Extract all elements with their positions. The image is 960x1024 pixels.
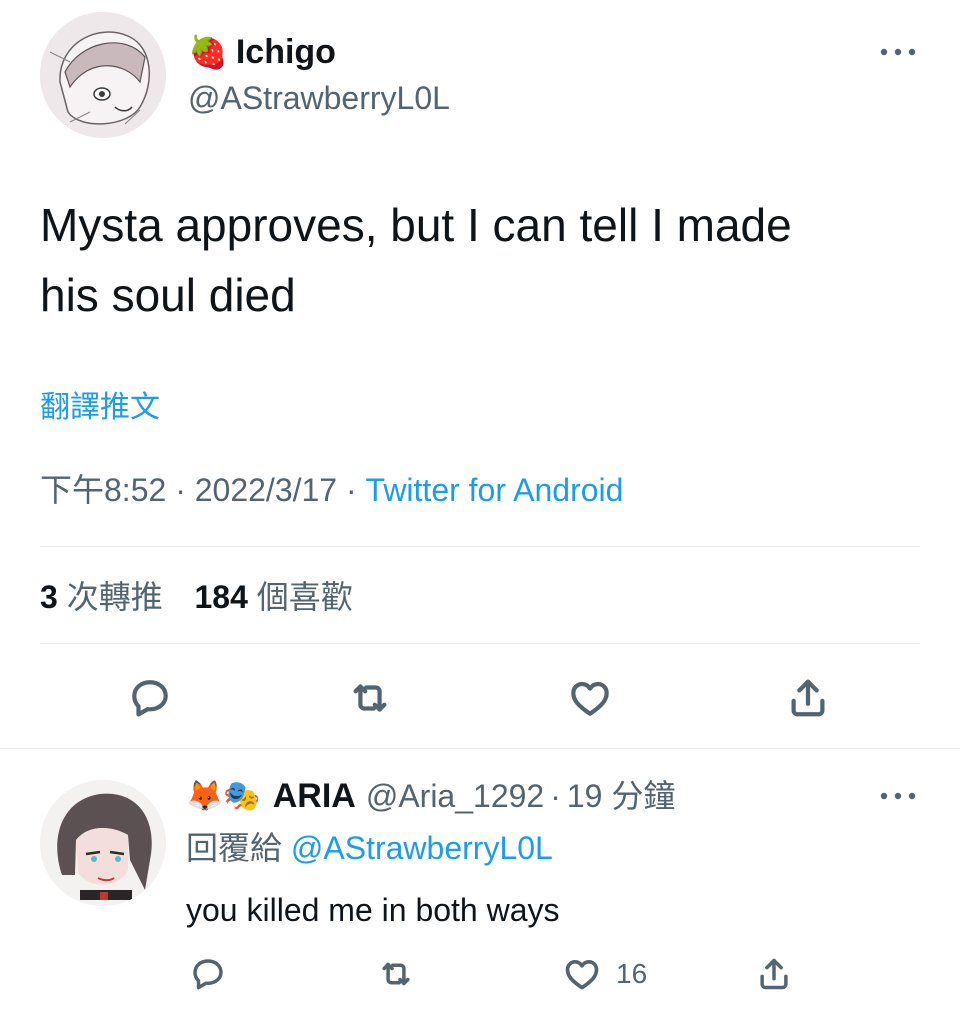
fox-mask-emoji-icon: 🦊🎭	[186, 779, 261, 813]
tweet-stats: 3 次轉推 184 個喜歡	[40, 577, 353, 617]
retweet-label: 次轉推	[66, 579, 163, 615]
retweet-button[interactable]	[342, 670, 398, 726]
reply-icon	[193, 959, 223, 990]
more-horizontal-icon[interactable]	[878, 42, 918, 62]
divider	[40, 546, 920, 547]
retweet-icon	[382, 962, 410, 986]
strawberry-emoji-icon: 🍓	[188, 34, 228, 70]
tweet-date[interactable]: 2022/3/17	[195, 472, 337, 508]
tweet-time[interactable]: 下午8:52	[40, 472, 166, 508]
reply-author-handle[interactable]: @Aria_1292	[366, 776, 544, 816]
retweet-icon	[353, 684, 387, 712]
reply-author-avatar[interactable]	[40, 780, 166, 906]
meta-separator: ·	[175, 472, 186, 508]
reply-like-count: 16	[616, 958, 648, 989]
reply-time[interactable]: 19 分鐘	[567, 776, 676, 816]
reply-retweet-button[interactable]	[374, 952, 418, 996]
author-name-row[interactable]: 🍓 Ichigo	[188, 32, 336, 72]
like-label: 個喜歡	[256, 579, 353, 615]
replying-to-label: 回覆給	[186, 830, 283, 866]
reply-author-avatar-image	[40, 780, 166, 906]
reply-more-horizontal-icon[interactable]	[878, 786, 918, 806]
author-avatar-image	[40, 12, 166, 138]
reply-text: you killed me in both ways	[186, 892, 560, 928]
section-divider	[0, 748, 960, 749]
author-handle[interactable]: @AStrawberryL0L	[188, 78, 450, 118]
like-button[interactable]	[562, 670, 618, 726]
reply-like-button[interactable]: 16	[562, 952, 647, 996]
reply-author-name[interactable]: ARIA	[273, 776, 356, 816]
replying-to: 回覆給 @AStrawberryL0L	[186, 828, 553, 868]
replying-to-handle[interactable]: @AStrawberryL0L	[291, 830, 553, 866]
reply-reply-button[interactable]	[186, 952, 230, 996]
reply-share-button[interactable]	[752, 952, 796, 996]
meta-separator: ·	[550, 778, 561, 814]
tweet-source-link[interactable]: Twitter for Android	[366, 472, 624, 508]
retweet-count: 3	[40, 579, 58, 615]
tweet-text-line: his soul died	[40, 269, 296, 321]
tweet-text-line: Mysta approves, but I can tell I made	[40, 199, 792, 251]
share-button[interactable]	[780, 670, 836, 726]
like-icon	[571, 681, 609, 716]
like-icon	[565, 960, 599, 990]
reply-button[interactable]	[122, 670, 178, 726]
share-icon	[760, 958, 788, 990]
likes-stat[interactable]: 184 個喜歡	[194, 579, 352, 615]
divider	[40, 643, 920, 644]
reply-author-row: 🦊🎭 ARIA @Aria_1292 · 19 分鐘	[186, 776, 675, 816]
retweets-stat[interactable]: 3 次轉推	[40, 579, 172, 615]
reply-icon	[132, 680, 168, 717]
share-icon	[791, 679, 825, 717]
translate-tweet-link[interactable]: 翻譯推文	[40, 388, 160, 428]
author-avatar[interactable]	[40, 12, 166, 138]
meta-separator: ·	[345, 472, 357, 508]
tweet-meta: 下午8:52 · 2022/3/17 · Twitter for Android	[40, 470, 623, 510]
tweet-text: Mysta approves, but I can tell I made hi…	[40, 190, 920, 330]
like-count: 184	[194, 579, 248, 615]
author-name[interactable]: Ichigo	[236, 32, 336, 72]
